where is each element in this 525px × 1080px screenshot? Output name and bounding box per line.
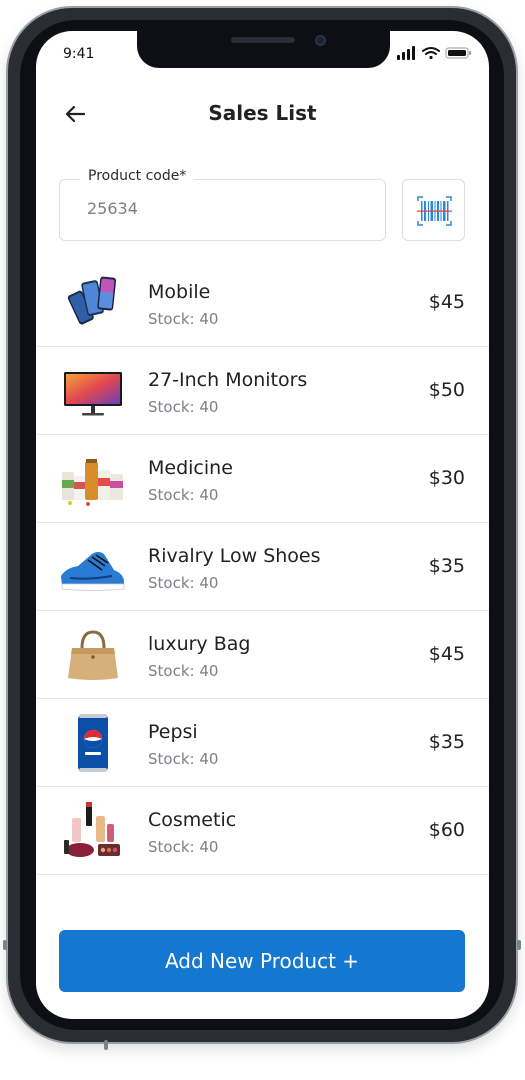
- product-price: $60: [428, 819, 465, 841]
- list-item[interactable]: Mobile Stock: 40 $45: [36, 259, 489, 347]
- status-icons: [397, 46, 471, 60]
- product-list: Mobile Stock: 40 $45 27-Inch Monitors St…: [36, 259, 489, 875]
- product-price: $35: [428, 555, 465, 577]
- product-stock: Stock: 40: [148, 486, 219, 504]
- product-price: $35: [428, 731, 465, 753]
- wifi-icon: [422, 47, 440, 60]
- product-stock: Stock: 40: [148, 838, 219, 856]
- list-item[interactable]: 27-Inch Monitors Stock: 40 $50: [36, 347, 489, 435]
- product-name: luxury Bag: [148, 633, 251, 655]
- product-code-field[interactable]: Product code*: [59, 168, 386, 241]
- barcode-icon: [417, 196, 452, 226]
- cosmetics-image: [64, 802, 120, 857]
- product-name: Medicine: [148, 457, 233, 479]
- add-new-product-button[interactable]: Add New Product +: [59, 930, 465, 992]
- list-item[interactable]: Pepsi Stock: 40 $35: [36, 699, 489, 787]
- list-item[interactable]: Rivalry Low Shoes Stock: 40 $35: [36, 523, 489, 611]
- product-name: Cosmetic: [148, 809, 237, 831]
- list-item[interactable]: luxury Bag Stock: 40 $45: [36, 611, 489, 699]
- sneaker-image: [61, 552, 125, 591]
- product-stock: Stock: 40: [148, 398, 219, 416]
- signal-icon: [397, 46, 415, 60]
- product-price: $30: [428, 467, 465, 489]
- medicine-bottles-image: [62, 459, 123, 506]
- app-screen: 9:41 Sales List Product code* 25634 Mobi…: [36, 31, 489, 1019]
- page-title: Sales List: [208, 101, 317, 125]
- product-code-input[interactable]: [87, 199, 347, 218]
- app-header: Sales List: [36, 99, 489, 129]
- product-price: $45: [428, 291, 465, 313]
- product-stock: Stock: 40: [148, 662, 219, 680]
- product-name: Rivalry Low Shoes: [148, 545, 321, 567]
- product-name: Mobile: [148, 281, 211, 303]
- handbag-image: [68, 630, 118, 680]
- product-name: 27-Inch Monitors: [148, 369, 308, 391]
- speaker-grille: [231, 37, 295, 43]
- list-item[interactable]: Medicine Stock: 40 $30: [36, 435, 489, 523]
- side-button-left: [3, 940, 7, 950]
- product-price: $45: [428, 643, 465, 665]
- product-stock: Stock: 40: [148, 310, 219, 328]
- status-time: 9:41: [63, 46, 95, 62]
- side-button-right: [517, 940, 521, 950]
- product-stock: Stock: 40: [148, 750, 219, 768]
- barcode-scan-button[interactable]: [402, 179, 465, 241]
- bottom-button: [104, 1040, 108, 1050]
- notch: [137, 31, 390, 68]
- monitor-image: [64, 372, 122, 416]
- front-camera: [315, 35, 326, 46]
- pepsi-can-image: [78, 714, 108, 772]
- battery-icon: [445, 47, 471, 59]
- product-price: $50: [428, 379, 465, 401]
- product-stock: Stock: 40: [148, 574, 219, 592]
- product-code-label: Product code*: [80, 168, 195, 184]
- list-item[interactable]: Cosmetic Stock: 40 $60: [36, 787, 489, 875]
- product-name: Pepsi: [148, 721, 198, 743]
- mobile-phones-image: [67, 276, 117, 325]
